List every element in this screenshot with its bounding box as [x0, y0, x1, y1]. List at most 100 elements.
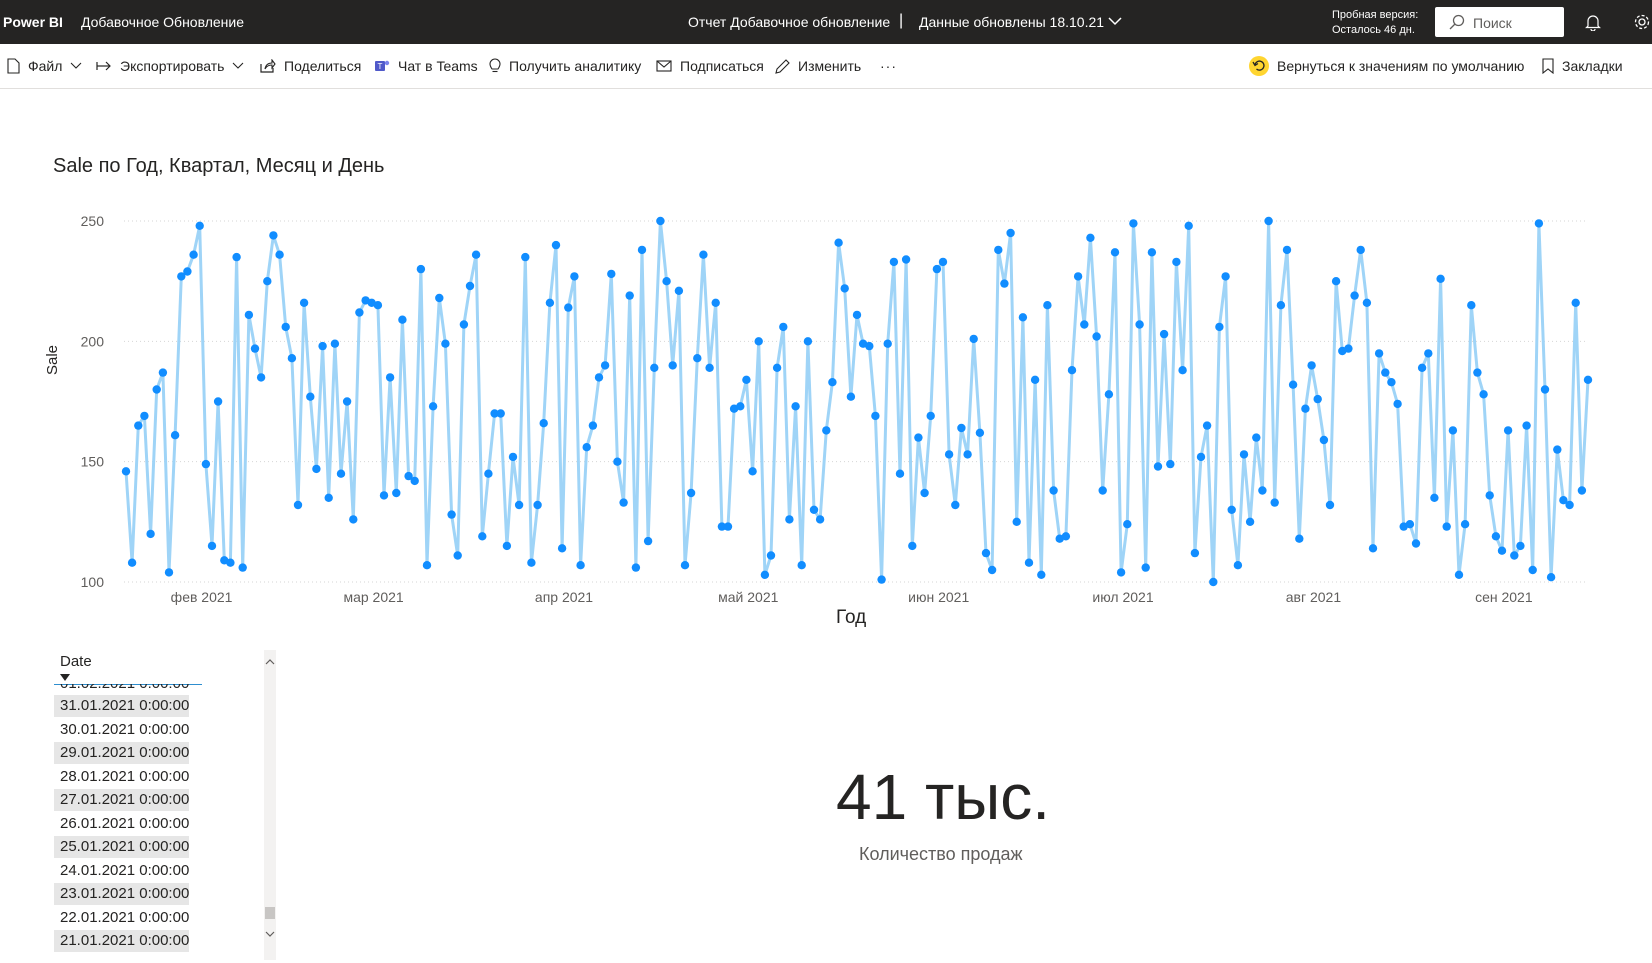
- data-point[interactable]: [883, 339, 892, 348]
- data-point[interactable]: [754, 337, 763, 346]
- data-point[interactable]: [1288, 380, 1298, 389]
- data-point[interactable]: [263, 277, 272, 286]
- data-point[interactable]: [748, 467, 757, 476]
- data-point[interactable]: [766, 551, 776, 560]
- data-point[interactable]: [527, 558, 536, 567]
- data-point[interactable]: [299, 298, 309, 307]
- data-point[interactable]: [822, 426, 831, 435]
- data-point[interactable]: [895, 469, 905, 478]
- data-point[interactable]: [908, 541, 917, 551]
- data-point[interactable]: [889, 257, 899, 267]
- data-point[interactable]: [723, 522, 733, 531]
- data-point[interactable]: [582, 443, 591, 452]
- data-point[interactable]: [306, 392, 315, 401]
- data-point[interactable]: [994, 245, 1003, 255]
- data-point[interactable]: [385, 373, 395, 382]
- data-point[interactable]: [926, 411, 935, 421]
- data-point[interactable]: [1184, 221, 1193, 230]
- data-point[interactable]: [1135, 320, 1144, 329]
- data-point[interactable]: [379, 491, 389, 500]
- data-point[interactable]: [987, 565, 997, 575]
- data-point[interactable]: [1018, 313, 1028, 322]
- data-point[interactable]: [871, 411, 880, 421]
- data-point[interactable]: [588, 421, 598, 430]
- slicer-header[interactable]: Date: [60, 653, 92, 670]
- data-point[interactable]: [1295, 534, 1304, 543]
- data-point[interactable]: [594, 373, 604, 382]
- data-point[interactable]: [121, 467, 131, 476]
- data-point[interactable]: [293, 500, 303, 510]
- data-point[interactable]: [1129, 219, 1138, 228]
- data-point[interactable]: [269, 231, 278, 240]
- data-point[interactable]: [342, 397, 352, 406]
- data-point[interactable]: [846, 392, 856, 401]
- data-point[interactable]: [1178, 366, 1187, 375]
- data-point[interactable]: [557, 544, 567, 553]
- data-point[interactable]: [1350, 291, 1359, 300]
- scroll-up-icon[interactable]: [265, 658, 275, 666]
- data-point[interactable]: [1227, 505, 1236, 514]
- data-point[interactable]: [1571, 298, 1580, 307]
- data-point[interactable]: [428, 402, 438, 411]
- data-point[interactable]: [1460, 520, 1470, 529]
- data-point[interactable]: [1313, 394, 1322, 404]
- data-point[interactable]: [1424, 349, 1433, 358]
- data-point[interactable]: [736, 402, 745, 411]
- teams-chat-button[interactable]: T Чат в Teams: [374, 56, 478, 76]
- data-point[interactable]: [514, 500, 524, 510]
- data-point[interactable]: [1159, 329, 1169, 339]
- data-point[interactable]: [1153, 462, 1163, 471]
- data-point[interactable]: [668, 361, 677, 370]
- data-point[interactable]: [1356, 245, 1365, 255]
- reset-to-default-button[interactable]: Вернуться к значениям по умолчанию: [1249, 56, 1524, 76]
- data-point[interactable]: [772, 363, 782, 372]
- data-point[interactable]: [865, 341, 874, 351]
- data-point[interactable]: [275, 250, 284, 259]
- data-point[interactable]: [287, 354, 297, 363]
- data-point[interactable]: [127, 558, 137, 567]
- data-point[interactable]: [207, 541, 217, 551]
- data-point[interactable]: [600, 361, 610, 370]
- data-point[interactable]: [1387, 378, 1396, 387]
- data-point[interactable]: [1030, 375, 1040, 384]
- data-point[interactable]: [686, 488, 696, 498]
- data-point[interactable]: [1467, 301, 1476, 310]
- data-point[interactable]: [1202, 421, 1212, 430]
- slicer-row[interactable]: 31.01.2021 0:00:00: [54, 695, 190, 717]
- slicer-row[interactable]: 27.01.2021 0:00:00: [54, 789, 190, 811]
- data-point[interactable]: [1270, 498, 1279, 507]
- data-point[interactable]: [312, 464, 321, 474]
- data-point[interactable]: [1024, 558, 1034, 567]
- data-point[interactable]: [957, 423, 966, 433]
- data-point[interactable]: [1540, 385, 1550, 394]
- data-point[interactable]: [1239, 450, 1249, 459]
- data-point[interactable]: [1276, 301, 1286, 310]
- data-point[interactable]: [1319, 435, 1329, 445]
- data-point[interactable]: [496, 409, 505, 418]
- data-point[interactable]: [607, 269, 616, 279]
- data-point[interactable]: [693, 354, 702, 363]
- data-point[interactable]: [920, 488, 929, 498]
- data-point[interactable]: [398, 315, 407, 324]
- data-point[interactable]: [797, 561, 806, 570]
- scrollbar-thumb[interactable]: [265, 907, 275, 919]
- data-point[interactable]: [502, 541, 512, 551]
- data-point[interactable]: [1172, 257, 1181, 267]
- data-point[interactable]: [355, 308, 364, 317]
- data-point[interactable]: [1092, 332, 1101, 341]
- slicer-row[interactable]: 30.01.2021 0:00:00: [54, 719, 189, 741]
- data-point[interactable]: [1546, 573, 1556, 582]
- edit-button[interactable]: Изменить: [775, 56, 861, 76]
- data-point[interactable]: [1473, 368, 1482, 377]
- export-menu-button[interactable]: Экспортировать: [96, 56, 244, 76]
- data-point[interactable]: [435, 293, 444, 303]
- slicer-row[interactable]: 29.01.2021 0:00:00: [54, 742, 190, 764]
- data-point[interactable]: [932, 264, 942, 274]
- data-point[interactable]: [349, 515, 358, 524]
- data-point[interactable]: [170, 431, 180, 440]
- data-point[interactable]: [453, 551, 462, 560]
- data-point[interactable]: [637, 245, 647, 255]
- data-point[interactable]: [281, 322, 290, 332]
- data-point[interactable]: [963, 450, 972, 459]
- data-point[interactable]: [471, 250, 481, 259]
